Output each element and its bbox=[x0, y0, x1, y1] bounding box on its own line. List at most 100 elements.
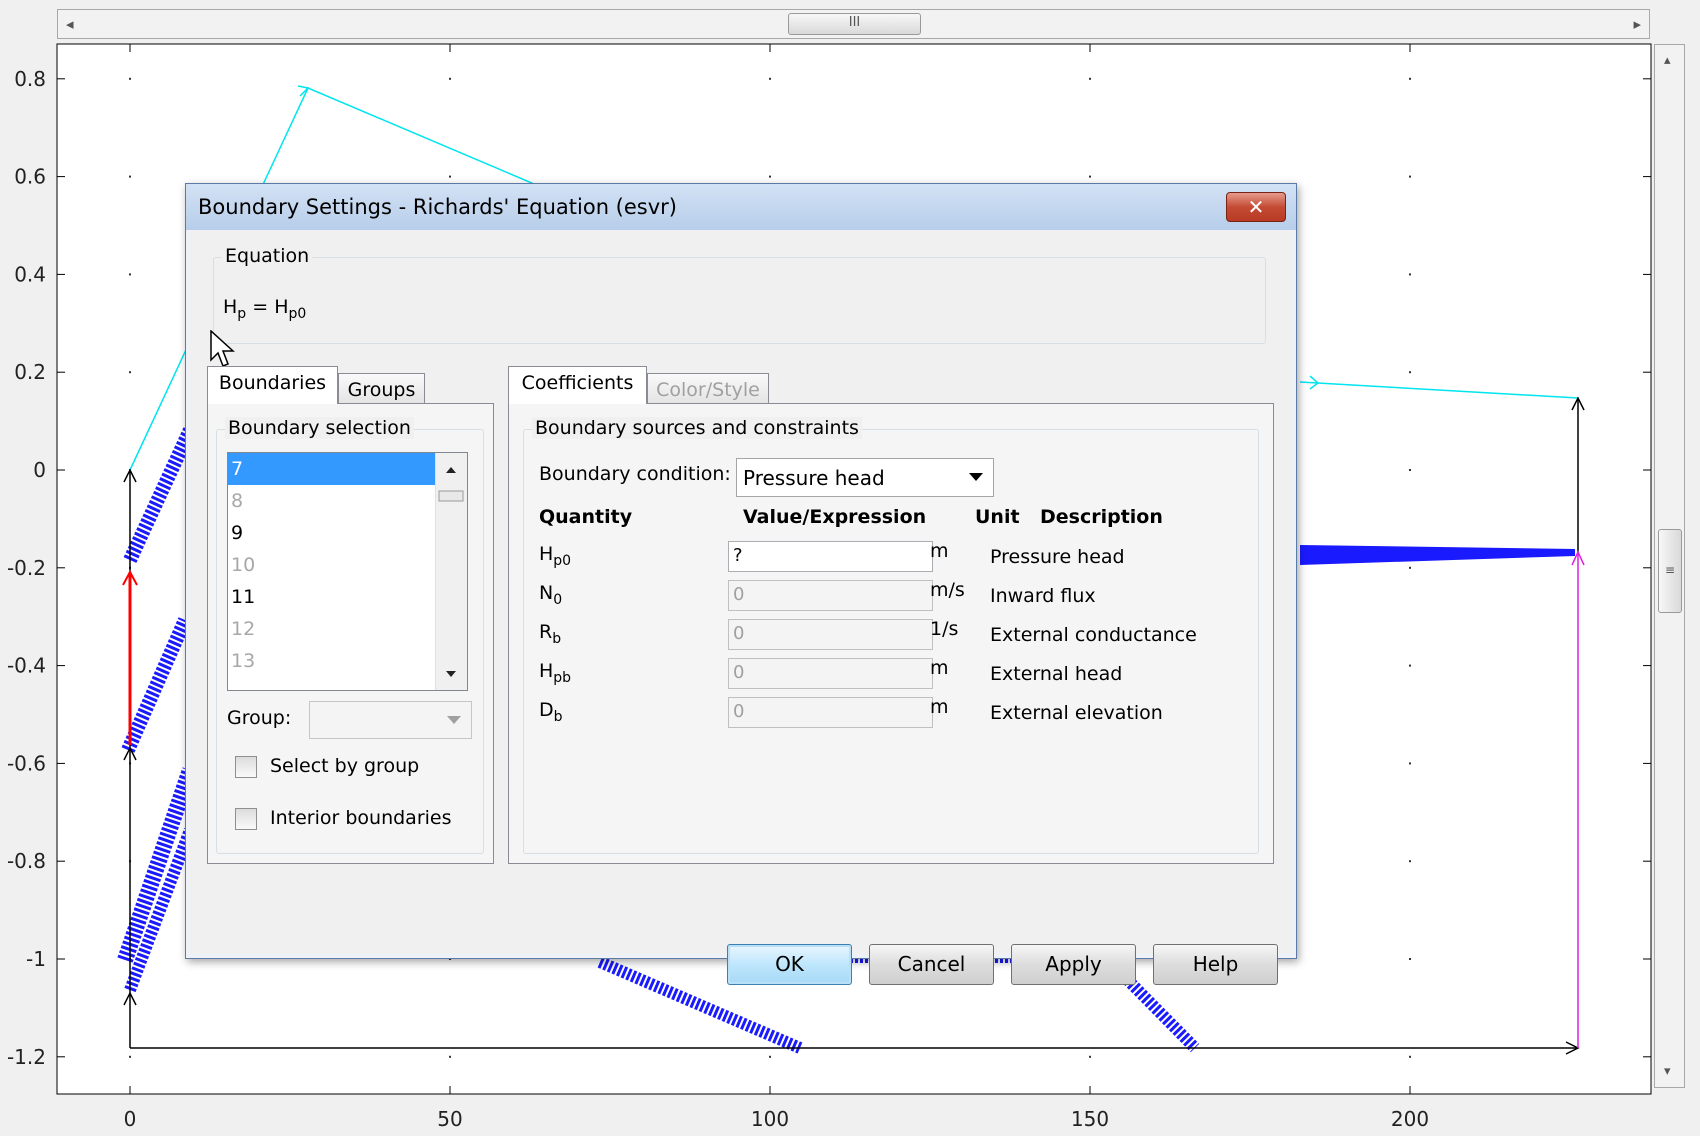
y-tick-label: -1 bbox=[26, 947, 46, 971]
grid-dot bbox=[1409, 860, 1411, 863]
grid-dot bbox=[1409, 175, 1411, 178]
listbox-scrollbar[interactable] bbox=[435, 453, 467, 690]
vertical-scroll-thumb[interactable]: ≡ bbox=[1658, 529, 1682, 613]
listbox-scroll-arrows[interactable] bbox=[436, 453, 467, 691]
y-tick-label: -1.2 bbox=[7, 1045, 46, 1069]
x-tick-label: 150 bbox=[1071, 1107, 1109, 1131]
grid-dot bbox=[129, 77, 131, 80]
list-item[interactable]: 7 bbox=[228, 453, 467, 485]
x-tick-label: 100 bbox=[751, 1107, 789, 1131]
grid-dot bbox=[129, 175, 131, 178]
grid-dot bbox=[1409, 664, 1411, 667]
grid-dot bbox=[129, 371, 131, 374]
grid-dot bbox=[769, 175, 771, 178]
group-select[interactable] bbox=[309, 701, 472, 739]
grid-dot bbox=[1089, 77, 1091, 80]
quantity-symbol: Hpb bbox=[539, 660, 572, 686]
grid-dot bbox=[1409, 566, 1411, 569]
equation-group: Equation Hp = Hp0 bbox=[213, 245, 1266, 344]
grid-dot bbox=[129, 273, 131, 276]
value-expression-field: 0 bbox=[728, 580, 933, 611]
boundary-condition-select[interactable]: Pressure head bbox=[736, 458, 994, 497]
grid-dot bbox=[1409, 762, 1411, 765]
y-tick-label: 0.4 bbox=[14, 262, 46, 286]
quantity-symbol: Hp0 bbox=[539, 543, 572, 569]
scroll-up-icon[interactable]: ▴ bbox=[1664, 53, 1671, 68]
grid-dot bbox=[1409, 77, 1411, 80]
dialog-body: Equation Hp = Hp0 Boundaries Groups Boun… bbox=[190, 230, 1292, 985]
description-label: External conductance bbox=[990, 624, 1197, 646]
mouse-cursor-icon bbox=[210, 330, 235, 367]
y-tick-label: -0.2 bbox=[7, 556, 46, 580]
list-item[interactable]: 11 bbox=[228, 581, 467, 613]
chevron-down-icon bbox=[447, 716, 461, 724]
scroll-left-icon[interactable]: ◂ bbox=[66, 15, 74, 33]
header-unit: Unit bbox=[975, 506, 1020, 528]
unit-label: m bbox=[930, 657, 949, 679]
value-expression-field: 0 bbox=[728, 697, 933, 728]
tab-groups[interactable]: Groups bbox=[338, 373, 425, 404]
description-label: Inward flux bbox=[990, 585, 1096, 607]
tab-coefficients[interactable]: Coefficients bbox=[508, 366, 647, 404]
ok-button[interactable]: OK bbox=[727, 944, 852, 985]
list-item[interactable]: 10 bbox=[228, 549, 467, 581]
value-expression-field: 0 bbox=[728, 658, 933, 689]
equation-legend: Equation bbox=[222, 245, 313, 267]
coefficients-tab-panel: Boundary sources and constraints Boundar… bbox=[508, 403, 1274, 864]
boundary-listbox[interactable]: 7 8 9 10 11 12 13 bbox=[227, 452, 468, 691]
grid-dot bbox=[129, 1055, 131, 1058]
help-button[interactable]: Help bbox=[1153, 944, 1278, 985]
unit-label: m bbox=[930, 540, 949, 562]
description-label: Pressure head bbox=[990, 546, 1125, 568]
grid-dot bbox=[449, 77, 451, 80]
tab-boundaries[interactable]: Boundaries bbox=[207, 366, 338, 404]
grid-dot bbox=[1089, 1055, 1091, 1058]
grid-dot bbox=[1409, 273, 1411, 276]
list-item[interactable]: 12 bbox=[228, 613, 467, 645]
description-label: External elevation bbox=[990, 702, 1163, 724]
quantity-symbol: Db bbox=[539, 699, 563, 725]
grid-dot bbox=[449, 175, 451, 178]
y-tick-label: 0 bbox=[33, 458, 46, 482]
vertical-scrollbar[interactable]: ▴ ≡ ▾ bbox=[1654, 44, 1685, 1088]
y-tick-label: -0.4 bbox=[7, 654, 46, 678]
list-item[interactable]: 13 bbox=[228, 645, 467, 677]
grid-dot bbox=[1409, 371, 1411, 374]
apply-button[interactable]: Apply bbox=[1011, 944, 1136, 985]
boundary-selection-legend: Boundary selection bbox=[225, 417, 414, 439]
scroll-right-icon[interactable]: ▸ bbox=[1633, 15, 1641, 33]
unit-label: 1/s bbox=[930, 618, 959, 640]
x-tick-label: 200 bbox=[1391, 1107, 1429, 1131]
interior-boundaries-checkbox[interactable] bbox=[235, 808, 257, 830]
grid-dot bbox=[1409, 469, 1411, 471]
header-description: Description bbox=[1040, 506, 1163, 528]
value-expression-field[interactable]: ? bbox=[728, 541, 933, 572]
cancel-button[interactable]: Cancel bbox=[869, 944, 994, 985]
close-button[interactable]: ✕ bbox=[1226, 192, 1286, 222]
dialog-title: Boundary Settings - Richards' Equation (… bbox=[198, 195, 677, 219]
unit-label: m bbox=[930, 696, 949, 718]
boundary-settings-dialog: Boundary Settings - Richards' Equation (… bbox=[185, 183, 1297, 985]
scroll-down-icon[interactable]: ▾ bbox=[1664, 1064, 1671, 1079]
dialog-titlebar[interactable]: Boundary Settings - Richards' Equation (… bbox=[186, 184, 1296, 230]
grid-dot bbox=[1409, 958, 1411, 960]
equation-text: Hp = Hp0 bbox=[223, 296, 307, 322]
boundary-condition-label: Boundary condition: bbox=[539, 463, 731, 485]
value-expression-field: 0 bbox=[728, 619, 933, 650]
quantity-symbol: N0 bbox=[539, 582, 563, 608]
grid-dot bbox=[1089, 175, 1091, 178]
horizontal-scroll-thumb[interactable]: III bbox=[788, 13, 921, 35]
grid-dot bbox=[769, 1055, 771, 1058]
x-tick-label: 0 bbox=[124, 1107, 137, 1131]
select-by-group-checkbox[interactable] bbox=[235, 756, 257, 778]
group-label: Group: bbox=[227, 707, 292, 729]
list-item[interactable]: 8 bbox=[228, 485, 467, 517]
list-item[interactable]: 9 bbox=[228, 517, 467, 549]
y-tick-label: 0.8 bbox=[14, 67, 46, 91]
interior-boundaries-label[interactable]: Interior boundaries bbox=[270, 807, 452, 829]
horizontal-scrollbar[interactable]: ◂ III ▸ bbox=[57, 9, 1650, 39]
select-by-group-label[interactable]: Select by group bbox=[270, 755, 419, 777]
boundary-condition-value: Pressure head bbox=[743, 466, 885, 490]
y-tick-label: 0.6 bbox=[14, 165, 46, 189]
y-tick-label: -0.8 bbox=[7, 849, 46, 873]
